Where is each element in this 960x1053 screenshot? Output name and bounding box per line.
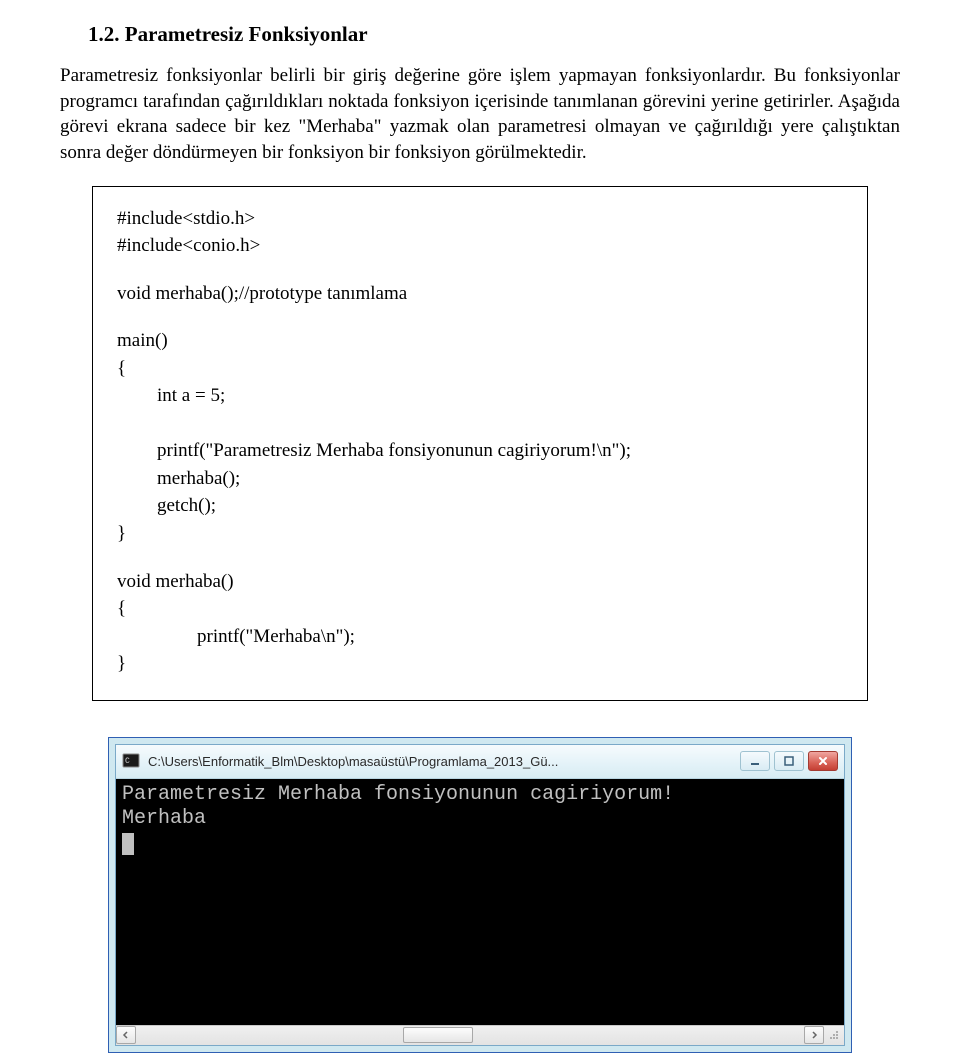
close-button[interactable]	[808, 751, 838, 771]
console-app-icon: C	[122, 752, 140, 770]
window-title: C:\Users\Enformatik_Blm\Desktop\masaüstü…	[148, 754, 732, 769]
code-line: {	[117, 598, 126, 619]
code-line: main()	[117, 330, 168, 351]
console-window: C C:\Users\Enformatik_Blm\Desktop\masaüs…	[108, 737, 852, 1053]
code-line: merhaba();	[157, 468, 240, 489]
code-line: #include<stdio.h>	[117, 208, 255, 229]
console-line: Parametresiz Merhaba fonsiyonunun cagiri…	[122, 783, 838, 807]
minimize-button[interactable]	[740, 751, 770, 771]
window-buttons	[740, 751, 838, 771]
code-prototype: void merhaba();//prototype tanımlama	[117, 280, 843, 308]
code-line: getch();	[157, 495, 216, 516]
console-line: Merhaba	[122, 807, 838, 831]
horizontal-scrollbar[interactable]	[116, 1025, 844, 1045]
resize-grip-icon[interactable]	[824, 1026, 844, 1044]
console-cursor	[122, 833, 134, 855]
titlebar[interactable]: C C:\Users\Enformatik_Blm\Desktop\masaüs…	[116, 745, 844, 779]
scroll-right-button[interactable]	[804, 1026, 824, 1044]
code-line: int a = 5;	[157, 385, 225, 406]
console-output: Parametresiz Merhaba fonsiyonunun cagiri…	[116, 779, 844, 1025]
code-main: main() { int a = 5; printf("Parametresiz…	[117, 327, 843, 547]
code-line: {	[117, 358, 126, 379]
code-includes: #include<stdio.h> #include<conio.h>	[117, 205, 843, 260]
code-func: void merhaba() { printf("Merhaba\n"); }	[117, 568, 843, 678]
maximize-button[interactable]	[774, 751, 804, 771]
code-line: }	[117, 653, 126, 674]
code-line: printf("Merhaba\n");	[197, 626, 355, 647]
svg-text:C: C	[125, 757, 130, 766]
body-paragraph: Parametresiz fonksiyonlar belirli bir gi…	[60, 63, 900, 166]
code-line: void merhaba();//prototype tanımlama	[117, 283, 407, 304]
section-heading: 1.2. Parametresiz Fonksiyonlar	[60, 22, 900, 47]
code-line: }	[117, 523, 126, 544]
scroll-track[interactable]	[136, 1026, 804, 1044]
scroll-left-button[interactable]	[116, 1026, 136, 1044]
code-line: printf("Parametresiz Merhaba fonsiyonunu…	[157, 440, 631, 461]
code-box: #include<stdio.h> #include<conio.h> void…	[92, 186, 868, 701]
code-line: #include<conio.h>	[117, 235, 260, 256]
code-line: void merhaba()	[117, 571, 234, 592]
scroll-thumb[interactable]	[403, 1027, 473, 1043]
